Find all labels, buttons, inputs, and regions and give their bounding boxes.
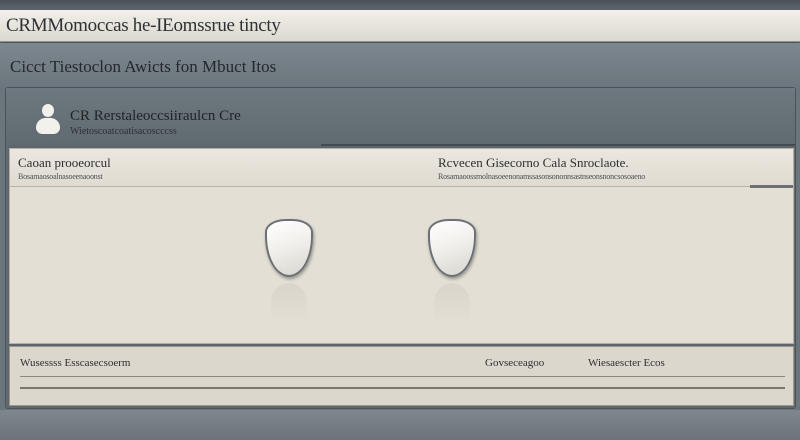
title-bar: CRMMomoccas he-IEomssrue tincty <box>0 10 800 42</box>
window-title: CRMMomoccas he-IEomssrue tincty <box>6 15 281 36</box>
shield-right-wrap[interactable] <box>428 219 480 329</box>
shield-icon[interactable] <box>428 219 476 277</box>
user-icon-body <box>36 118 60 134</box>
shield-reflection <box>271 283 307 323</box>
profile-bar: CR Rerstaleoccsiiraulcn Cre Wietoscoatco… <box>6 88 795 146</box>
profile-meta: Wietoscoatcoatisacoscccss <box>70 126 177 137</box>
shield-left-wrap[interactable] <box>265 219 317 329</box>
footer-bar: Wusessss Esscasecsoerm Govseceagoo Wiesa… <box>9 346 794 406</box>
footer-divider <box>20 387 785 389</box>
user-icon[interactable] <box>36 104 60 134</box>
footer-row: Wusessss Esscasecsoerm Govseceagoo Wiesa… <box>20 355 785 377</box>
panel-header: Caoan prooeorcul Bosamaosoalnasoeenaoons… <box>10 149 793 188</box>
user-icon-head <box>42 104 54 117</box>
footer-left-label[interactable]: Wusessss Esscasecsoerm <box>20 357 130 369</box>
footer-right-label[interactable]: Wiesaescter Ecos <box>588 357 665 369</box>
column-right-subtitle: Rosamaoossmolnasoeenonamssasonsononnsast… <box>438 172 646 181</box>
sub-header: Cicct Tiestoclon Awicts fon Mbuct Itos <box>0 43 800 87</box>
profile-name: CR Rerstaleoccsiiraulcn Cre <box>70 108 241 124</box>
window-bottom-strip <box>0 410 800 440</box>
page-subtitle: Cicct Tiestoclon Awicts fon Mbuct Itos <box>10 57 277 76</box>
column-right-title[interactable]: Rcvecen Gisecorno Cala Snroclaote. <box>438 155 629 171</box>
main-frame: CR Rerstaleoccsiiraulcn Cre Wietoscoatco… <box>5 87 796 409</box>
window-top-strip <box>0 0 800 10</box>
content-panel: Caoan prooeorcul Bosamaosoalnasoeenaoons… <box>9 148 794 344</box>
column-left-subtitle: Bosamaosoalnasoeenaoonst <box>18 172 103 181</box>
profile-divider <box>321 144 795 146</box>
column-left-title[interactable]: Caoan prooeorcul <box>18 155 111 171</box>
shield-reflection <box>434 283 470 323</box>
header-shadow <box>750 185 793 188</box>
footer-mid-label[interactable]: Govseceagoo <box>485 357 544 369</box>
shield-icon[interactable] <box>265 219 313 277</box>
